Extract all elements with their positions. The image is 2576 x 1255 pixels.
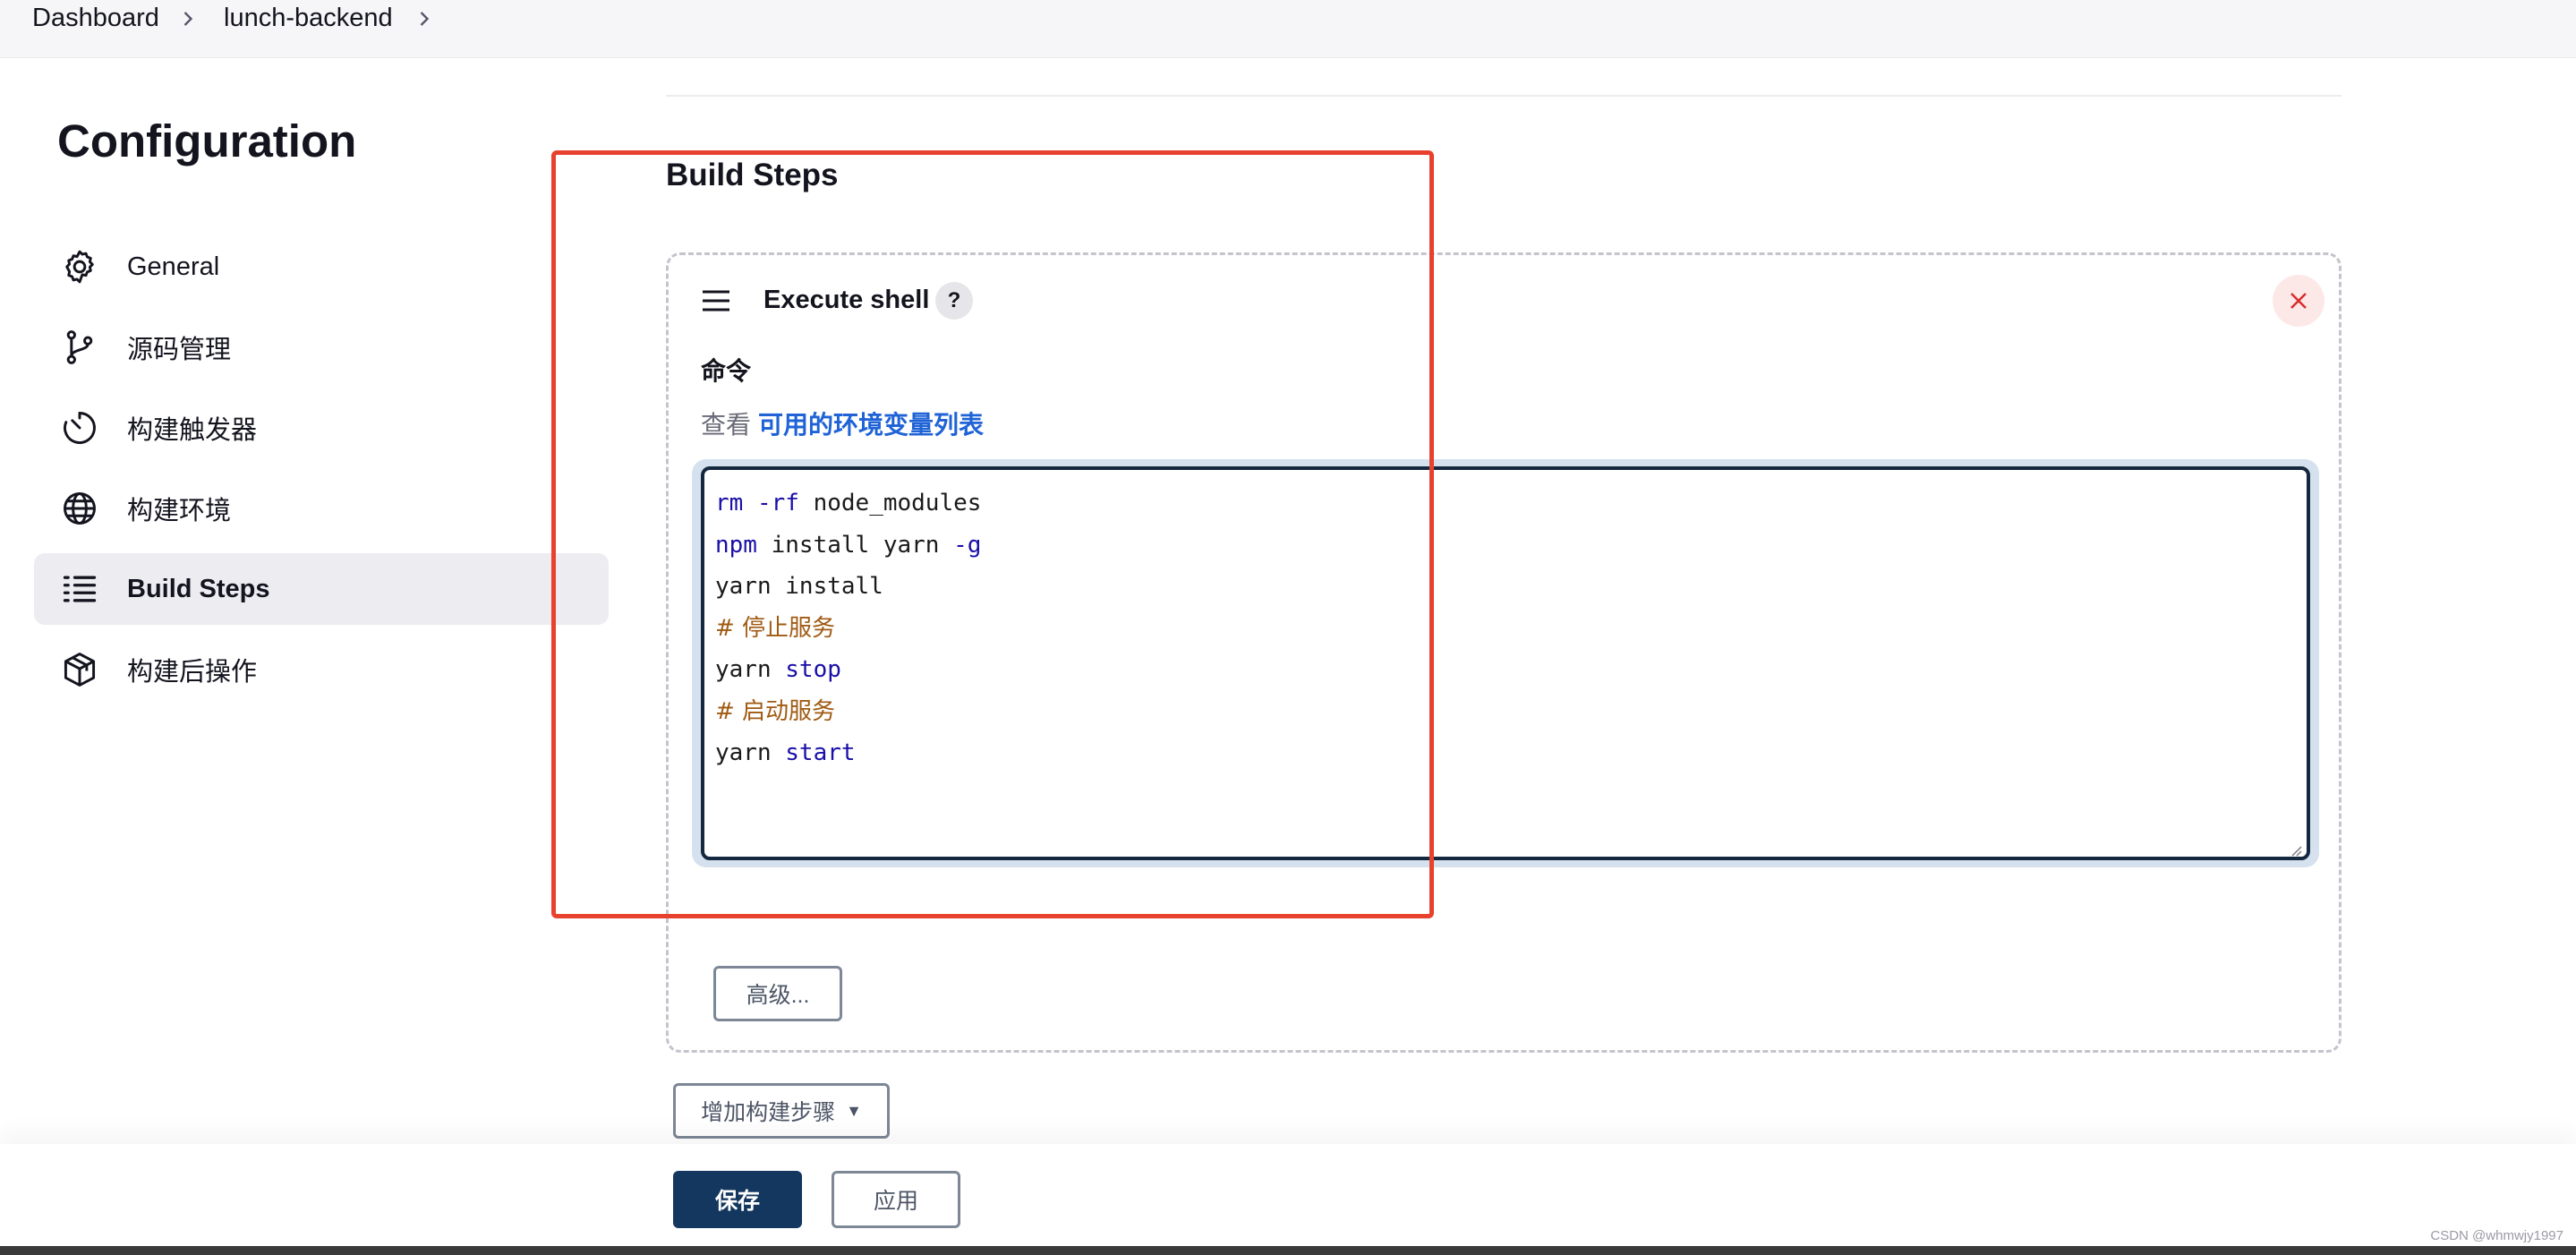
sidebar-item-label: 构建环境: [127, 497, 232, 525]
chevron-right-icon: [175, 5, 200, 32]
sidebar-item-source-control[interactable]: 源码管理: [34, 312, 609, 383]
breadcrumb-project[interactable]: lunch-backend: [224, 4, 393, 33]
code-token: yarn: [715, 656, 786, 683]
code-line: npm install yarn -g: [715, 525, 2307, 567]
code-line: yarn install: [715, 566, 2307, 608]
caret-down-icon: ▼: [846, 1101, 862, 1120]
page-title: Configuration: [57, 115, 357, 166]
breadcrumb-dashboard[interactable]: Dashboard: [32, 4, 159, 33]
globe-icon: [59, 488, 100, 529]
code-line: rm -rf node_modules: [715, 482, 2307, 525]
env-vars-hint: 查看 可用的环境变量列表: [701, 406, 984, 441]
build-step-card: Execute shell ? 命令 查看 可用的环境变量列表 rm -rf no…: [666, 252, 2341, 1053]
sidebar-item-build-steps[interactable]: Build Steps: [34, 553, 609, 625]
code-token: stop: [785, 656, 841, 683]
sidebar-item-post-build[interactable]: 构建后操作: [34, 634, 609, 705]
gear-icon: [59, 246, 100, 287]
apply-button[interactable]: 应用: [832, 1171, 960, 1228]
package-icon: [59, 649, 100, 690]
sidebar-item-label: Build Steps: [127, 574, 270, 603]
timer-icon: [59, 407, 100, 448]
code-token: yarn install: [715, 573, 883, 600]
resize-handle-icon[interactable]: [2287, 837, 2303, 857]
form-actions-bar: 保存 应用: [0, 1144, 2576, 1255]
save-button[interactable]: 保存: [673, 1171, 802, 1228]
sidebar-item-label: General: [127, 252, 220, 281]
sidebar-item-build-environment[interactable]: 构建环境: [34, 473, 609, 544]
add-build-step-button[interactable]: 增加构建步骤 ▼: [673, 1083, 890, 1139]
code-token: install yarn: [756, 531, 954, 559]
sidebar-item-general[interactable]: General: [34, 231, 609, 303]
branch-icon: [59, 327, 100, 368]
sidebar-item-label: 源码管理: [127, 336, 232, 364]
code-token: npm: [715, 531, 757, 559]
list-icon: [59, 568, 100, 610]
code-line: # 启动服务: [715, 691, 2307, 733]
env-vars-link[interactable]: 可用的环境变量列表: [758, 411, 984, 439]
code-token: -g: [953, 531, 982, 559]
delete-step-button[interactable]: [2273, 275, 2324, 327]
close-icon: [2290, 293, 2307, 309]
sidebar-item-label: 构建触发器: [127, 416, 258, 445]
window-bottom-edge: [0, 1246, 2576, 1255]
code-token: node_modules: [798, 490, 982, 517]
step-title: Execute shell: [763, 286, 930, 314]
command-textarea[interactable]: rm -rf node_modules npm install yarn -g ya…: [701, 466, 2310, 860]
code-token: rm -rf: [715, 490, 799, 517]
code-token: # 停止服务: [715, 614, 836, 642]
code-line: yarn start: [715, 732, 2307, 774]
help-button[interactable]: ?: [935, 282, 973, 320]
watermark: CSDN @whmwjy1997: [2430, 1228, 2563, 1243]
advanced-button[interactable]: 高级...: [713, 966, 842, 1021]
hint-text: 查看: [701, 411, 752, 439]
breadcrumb: Dashboard lunch-backend: [0, 0, 2576, 58]
code-line: # 停止服务: [715, 608, 2307, 650]
sidebar-item-label: 构建后操作: [127, 658, 258, 687]
command-label: 命令: [701, 357, 752, 385]
code-token: # 启动服务: [715, 697, 836, 725]
code-line: yarn stop: [715, 649, 2307, 691]
divider: [666, 95, 2341, 97]
chevron-right-icon[interactable]: [412, 5, 437, 32]
code-token: start: [785, 739, 856, 766]
section-title: Build Steps: [666, 158, 839, 192]
drag-handle-icon[interactable]: [701, 289, 731, 312]
sidebar-item-build-triggers[interactable]: 构建触发器: [34, 392, 609, 464]
add-build-step-label: 增加构建步骤: [701, 1100, 836, 1125]
code-token: yarn: [715, 739, 786, 766]
